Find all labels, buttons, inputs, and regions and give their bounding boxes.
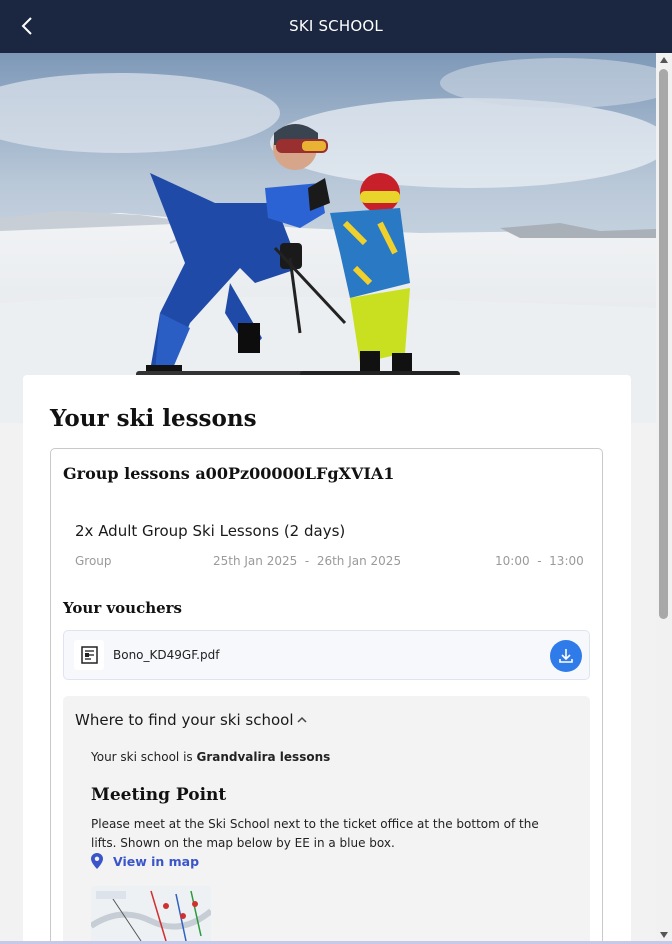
map-thumbnail[interactable] [91, 886, 211, 944]
section-title: Your ski lessons [50, 405, 257, 432]
top-app-bar: SKI SCHOOL [0, 0, 672, 53]
lesson-title: Group lessons a00Pz00000LFgXVIA1 [63, 464, 395, 483]
page-title: SKI SCHOOL [289, 17, 383, 35]
download-icon [559, 649, 573, 663]
view-in-map-label[interactable]: View in map [113, 854, 199, 869]
hero-image [0, 53, 656, 423]
voucher-file-name[interactable]: Bono_KD49GF.pdf [113, 648, 219, 662]
scroll-down-arrow-icon[interactable] [660, 932, 668, 938]
where-to-find-panel: Where to find your ski school Your ski s… [63, 696, 590, 944]
lesson-type: Group [75, 554, 112, 568]
vouchers-title: Your vouchers [63, 599, 182, 617]
scrollbar-thumb[interactable] [659, 69, 668, 619]
school-info: Your ski school is Grandvalira lessons [91, 750, 330, 764]
scrollbar[interactable] [656, 53, 672, 944]
document-icon [74, 640, 104, 670]
school-name: Grandvalira lessons [196, 750, 331, 764]
lesson-times: 10:00 - 13:00 [495, 554, 584, 568]
lessons-card: Your ski lessons Group lessons a00Pz0000… [23, 375, 631, 944]
meeting-point-text: Please meet at the Ski School next to th… [91, 817, 539, 850]
scroll-up-arrow-icon[interactable] [660, 57, 668, 63]
lesson-dates: 25th Jan 2025 - 26th Jan 2025 [213, 554, 402, 568]
download-button[interactable] [550, 640, 582, 672]
school-prefix: Your ski school is [91, 750, 197, 764]
voucher-item[interactable]: Bono_KD49GF.pdf [63, 630, 590, 680]
meeting-point-title: Meeting Point [91, 785, 227, 805]
location-pin-icon [91, 853, 103, 869]
lesson-booking-box: Group lessons a00Pz00000LFgXVIA1 2x Adul… [50, 448, 603, 944]
course-name: 2x Adult Group Ski Lessons (2 days) [75, 522, 346, 540]
where-to-find-toggle[interactable]: Where to find your ski school [75, 711, 294, 729]
chevron-up-icon[interactable] [296, 714, 308, 726]
